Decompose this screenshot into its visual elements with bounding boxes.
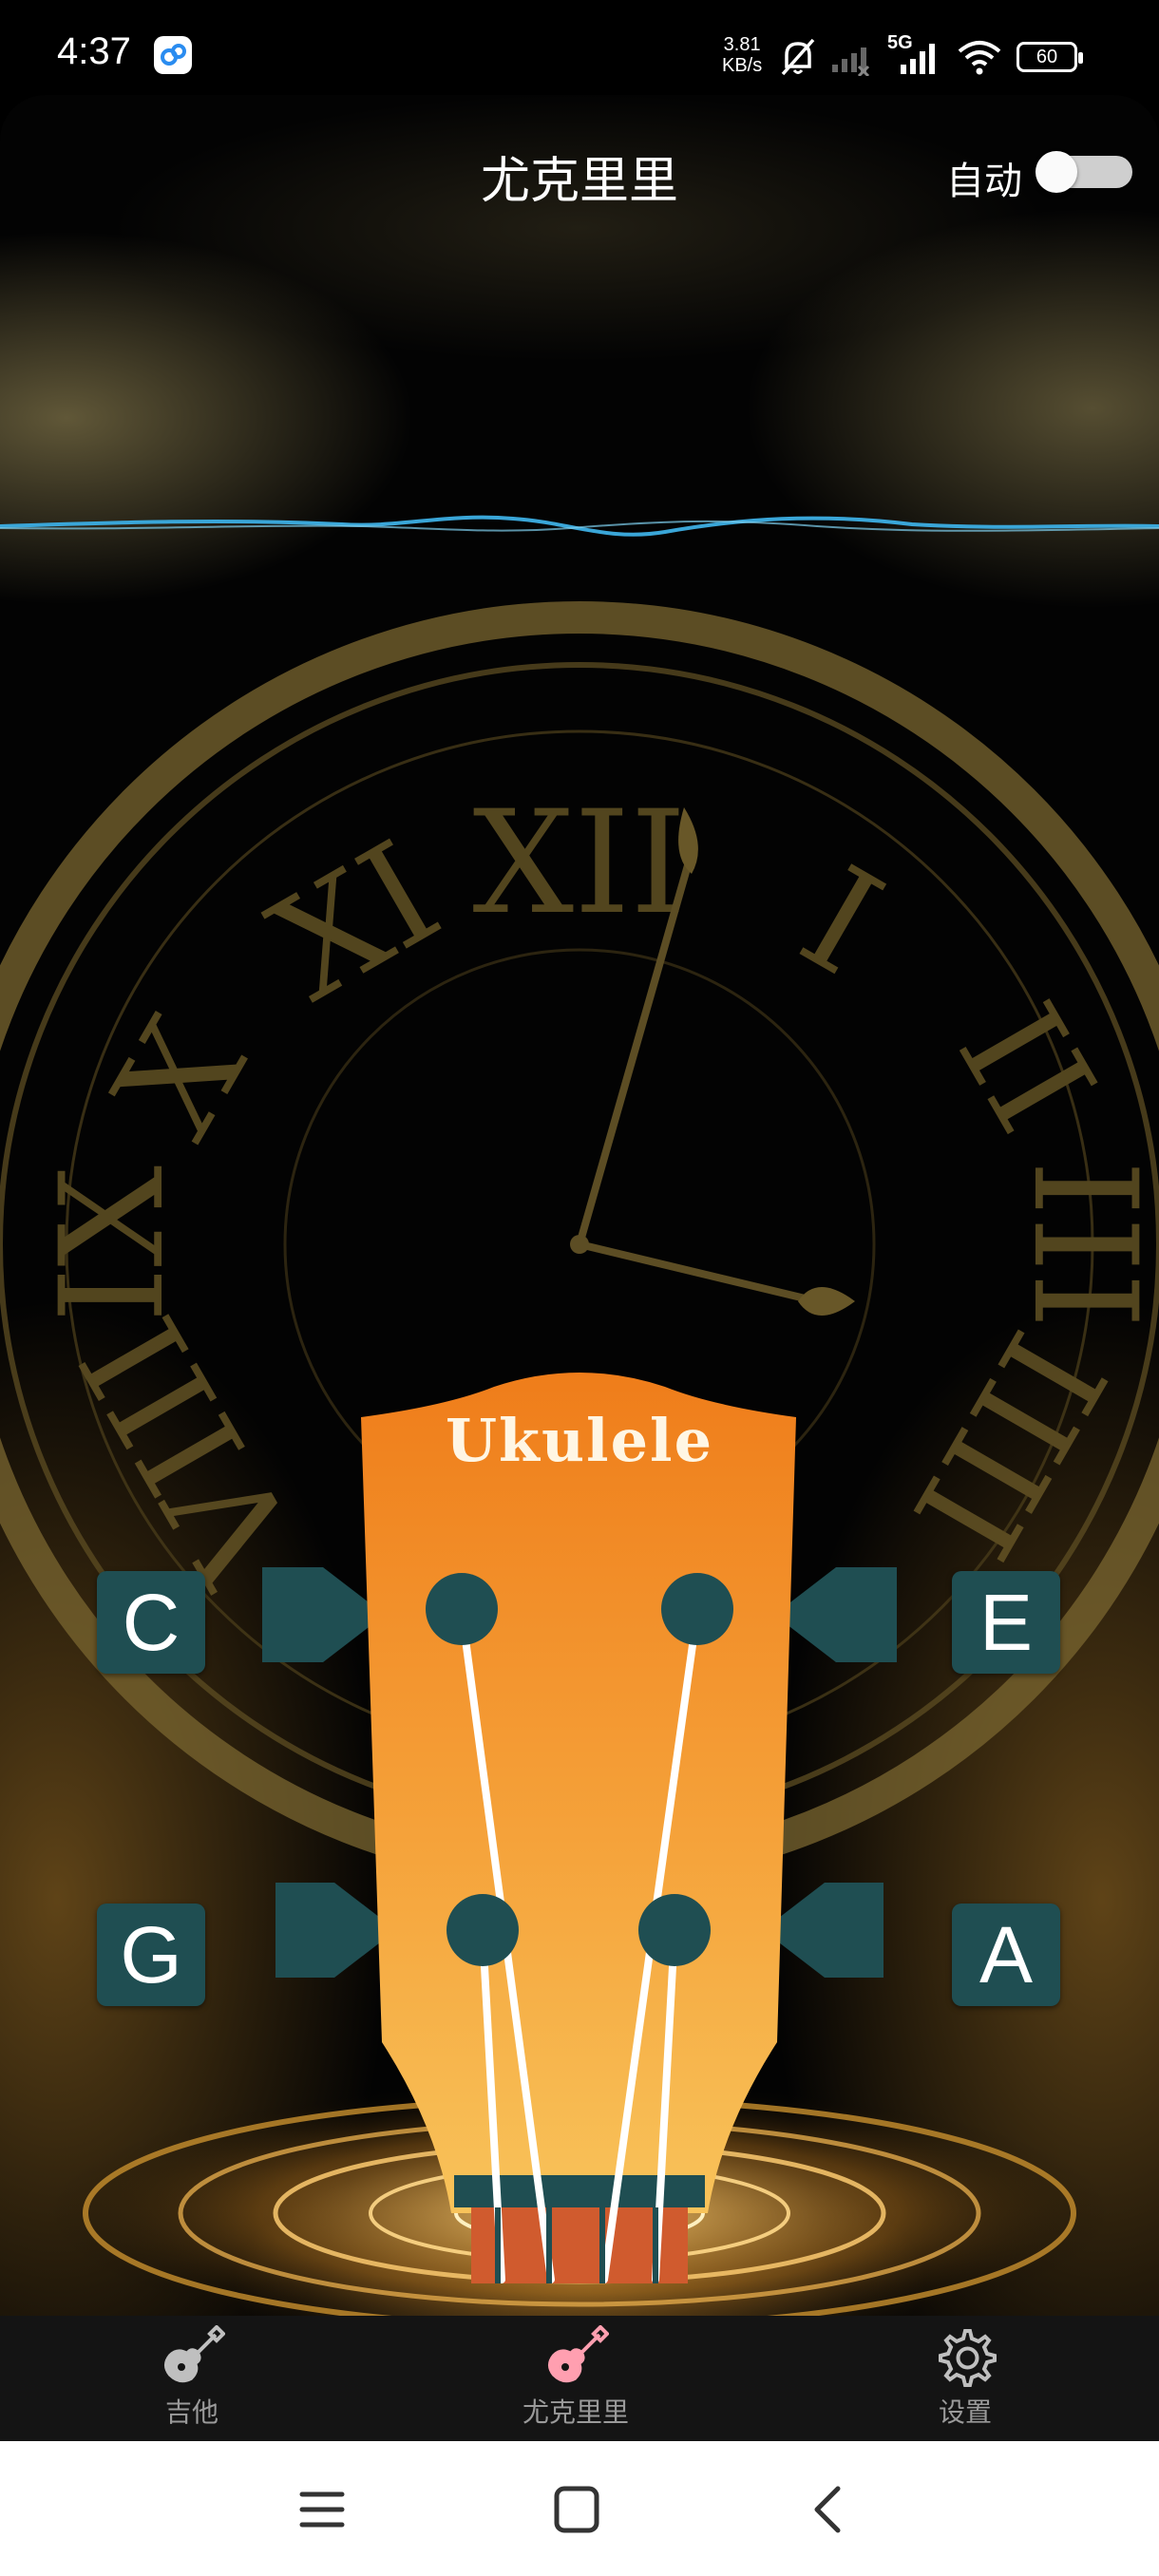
auto-mode-label: 自动: [946, 160, 1022, 203]
headstock-brand-label: Ukulele: [445, 1406, 714, 1475]
svg-text:II: II: [926, 978, 1126, 1159]
status-bar: 4:37 3.81 KB/s 5G 60: [0, 0, 1159, 104]
toggle-knob: [1036, 151, 1077, 193]
svg-text:X: X: [84, 993, 277, 1164]
gear-icon: [939, 2329, 997, 2387]
home-icon[interactable]: [553, 2485, 600, 2534]
app-notification-icon: [154, 36, 192, 74]
nav-label-settings: 设置: [938, 2396, 992, 2428]
menu-icon[interactable]: [298, 2489, 346, 2530]
signal-weak-icon: [832, 47, 870, 76]
nav-item-guitar[interactable]: 吉他: [97, 2325, 287, 2430]
battery-level: 60: [1036, 46, 1058, 67]
battery-icon: 60: [1016, 42, 1083, 72]
svg-text:III: III: [1001, 1160, 1159, 1329]
string-g-button[interactable]: G: [97, 1904, 205, 2006]
status-time: 4:37: [57, 30, 131, 72]
nav-item-ukulele[interactable]: 尤克里里: [481, 2325, 671, 2430]
nav-item-settings[interactable]: 设置: [870, 2325, 1060, 2430]
network-speed-unit: KB/s: [722, 55, 763, 76]
svg-text:I: I: [775, 836, 906, 1007]
svg-text:IX: IX: [30, 1165, 196, 1323]
svg-text:IIII: IIII: [880, 1305, 1135, 1582]
guitar-icon: [164, 2325, 225, 2383]
signal-5g-icon: 5G: [887, 32, 942, 78]
string-e-button[interactable]: E: [952, 1571, 1060, 1674]
wifi-icon: [958, 41, 1001, 75]
svg-text:XII: XII: [472, 781, 686, 946]
network-type: 5G: [887, 32, 913, 53]
back-icon[interactable]: [809, 2485, 847, 2534]
bottom-navigation: 吉他 尤克里里 设置: [0, 2316, 1159, 2441]
tuner-stage: XII I II III IIII XI X IX VIII Ukulele 尤…: [0, 95, 1159, 2316]
nav-label-ukulele: 尤克里里: [522, 2396, 629, 2428]
string-c-button[interactable]: C: [97, 1571, 205, 1674]
network-speed: 3.81 KB/s: [722, 34, 762, 76]
auto-mode-toggle[interactable]: [1036, 151, 1132, 193]
mute-bell-icon: [781, 38, 815, 76]
status-icons: 5G 60: [779, 28, 1083, 85]
string-a-button[interactable]: A: [952, 1904, 1060, 2006]
system-navigation-bar: [0, 2441, 1159, 2576]
sound-wave: [0, 515, 1159, 537]
svg-text:XI: XI: [246, 811, 466, 1033]
network-speed-value: 3.81: [723, 34, 761, 55]
nav-label-guitar: 吉他: [164, 2396, 218, 2428]
ukulele-icon: [548, 2325, 609, 2383]
